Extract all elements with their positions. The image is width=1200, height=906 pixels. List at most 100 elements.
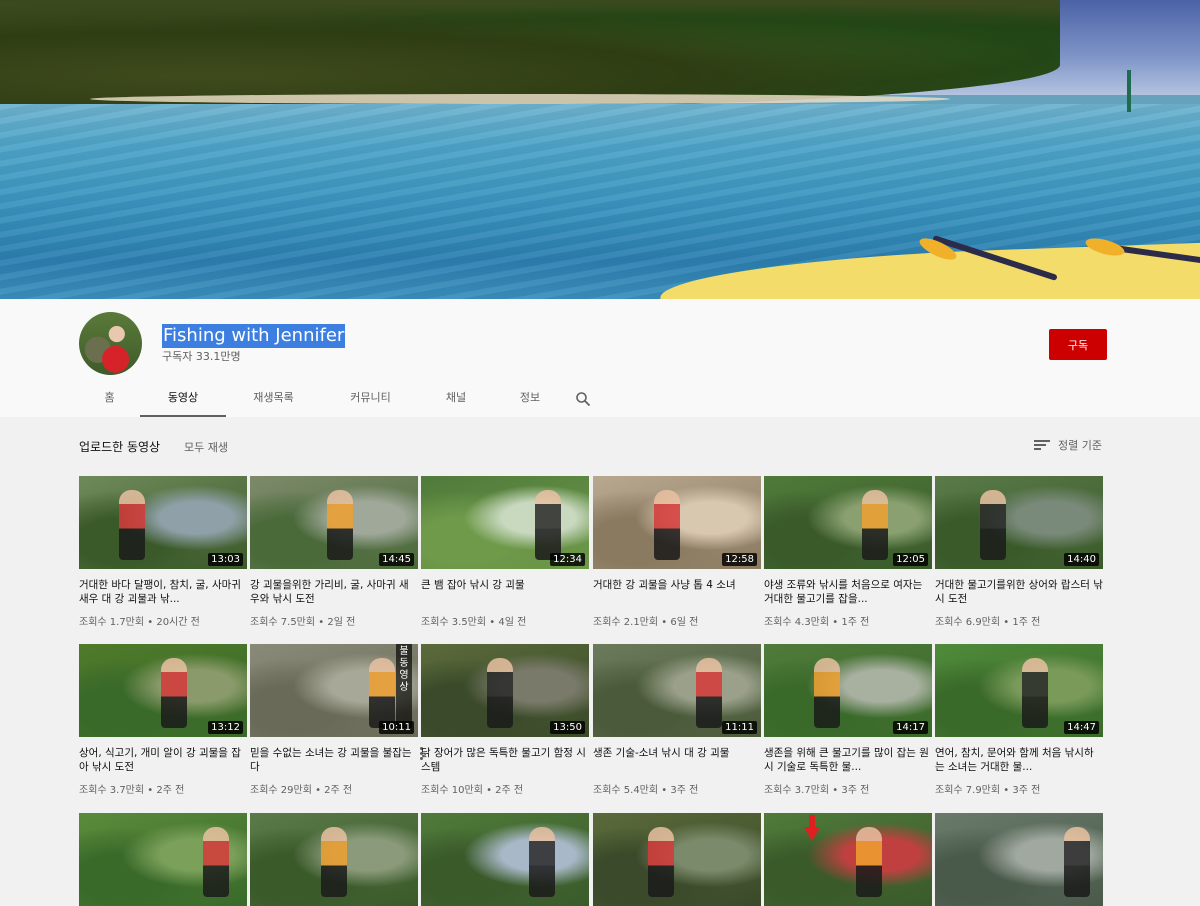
video-title[interactable]: 생존 기술-소녀 낚시 대 강 괴물 (593, 746, 761, 774)
video-card[interactable]: 13:12 상어, 식고기, 개미 알이 강 괴물을 잡아 낚시 도전조회수 3.… (79, 644, 247, 796)
video-title[interactable]: 거대한 물고기를위한 상어와 랍스터 낚시 도전 (935, 578, 1103, 606)
play-all-button[interactable]: 모두 재생 (184, 439, 228, 455)
video-meta: 조회수 1.7만회 • 20시간 전 (79, 617, 200, 628)
video-thumbnail[interactable]: 13:50 (421, 644, 589, 737)
thumbnail-figure (535, 490, 561, 560)
video-title[interactable]: 연어, 참치, 문어와 함께 처음 낚시하는 소녀는 거대한 물... (935, 746, 1103, 774)
tab-community[interactable]: 커뮤니티 (321, 381, 420, 417)
video-thumbnail[interactable]: 11:11 (593, 644, 761, 737)
video-card[interactable]: 12:58 거대한 강 괴물을 사냥 톱 4 소녀조회수 2.1만회 • 6일 전 (593, 476, 761, 628)
video-meta: 조회수 6.9만회 • 1주 전 (935, 617, 1041, 628)
red-arrow-icon (804, 827, 820, 841)
video-card[interactable]: 12:05 야생 조류와 낚시를 처음으로 여자는 거대한 물고기를 잡을... 조… (764, 476, 932, 628)
subscribe-button[interactable]: 구독 (1049, 329, 1107, 360)
thumbnail-overlay-text: 불동영상 (396, 644, 412, 728)
tab-playlists[interactable]: 재생목록 (226, 381, 321, 417)
thumbnail-figure (1022, 658, 1048, 728)
thumbnail-figure (862, 490, 888, 560)
video-meta: 조회수 2.1만회 • 6일 전 (593, 617, 699, 628)
video-card[interactable]: 14:17 생존을 위해 큰 물고기를 많이 잡는 원시 기술로 독특한 물...… (764, 644, 932, 796)
video-duration: 13:12 (208, 721, 243, 734)
video-thumbnail[interactable] (764, 813, 932, 906)
video-duration: 12:05 (893, 553, 928, 566)
sort-label: 정렬 기준 (1058, 439, 1102, 452)
video-duration: 12:34 (550, 553, 585, 566)
video-thumbnail[interactable]: 14:47 (935, 644, 1103, 737)
video-thumbnail[interactable] (79, 813, 247, 906)
video-meta: 조회수 29만회 • 2주 전 (250, 785, 353, 796)
video-title[interactable]: 거대한 강 괴물을 사냥 톱 4 소녀 (593, 578, 761, 606)
video-card[interactable]: 불동영상 10:11 믿을 수없는 소녀는 강 괴물을 불잡는다조회수 29만회 •… (250, 644, 423, 796)
video-meta: 조회수 3.5만회 • 4일 전 (421, 617, 527, 628)
video-duration: 14:17 (893, 721, 928, 734)
channel-avatar[interactable] (79, 312, 142, 375)
thumbnail-figure (648, 827, 674, 897)
thumbnail-figure (119, 490, 145, 560)
video-card[interactable]: 13:50 닭 장어가 많은 독특한 물고기 함정 시스템조회수 10만회 • 2… (421, 644, 589, 796)
video-thumbnail[interactable]: 12:05 (764, 476, 932, 569)
video-card[interactable] (421, 813, 589, 906)
video-thumbnail[interactable]: 12:58 (593, 476, 761, 569)
video-card[interactable]: 14:40 거대한 물고기를위한 상어와 랍스터 낚시 도전조회수 6.9만회 •… (935, 476, 1103, 628)
video-meta: 조회수 10만회 • 2주 전 (421, 785, 524, 796)
video-meta: 조회수 3.7만회 • 3주 전 (764, 785, 870, 796)
video-thumbnail[interactable]: 14:45 (250, 476, 418, 569)
thumbnail-figure (321, 827, 347, 897)
thumbnail-figure (980, 490, 1006, 560)
video-meta: 조회수 3.7만회 • 2주 전 (79, 785, 185, 796)
video-card[interactable]: 14:45 강 괴물을위한 가리비, 굴, 사마귀 새우와 낚시 도전 조회수 7.… (250, 476, 418, 628)
tab-videos[interactable]: 동영상 (140, 381, 226, 417)
video-card[interactable]: 11:11 생존 기술-소녀 낚시 대 강 괴물 조회수 5.4만회 • 3주 전 (593, 644, 761, 796)
channel-name: Fishing with Jennifer (162, 324, 346, 348)
video-title[interactable]: 큰 뱀 잡아 낚시 강 괴물 (421, 578, 589, 606)
thumbnail-figure (161, 658, 187, 728)
subscriber-count: 구독자 33.1만명 (162, 350, 241, 363)
channel-banner (0, 0, 1200, 299)
video-thumbnail[interactable]: 14:40 (935, 476, 1103, 569)
video-card[interactable] (250, 813, 418, 906)
channel-search-button[interactable] (568, 381, 598, 417)
video-title[interactable]: 생존을 위해 큰 물고기를 많이 잡는 원시 기술로 독특한 물... (764, 746, 932, 774)
video-title[interactable]: 믿을 수없는 소녀는 강 괴물을 불잡는다 (250, 746, 418, 774)
video-thumbnail[interactable]: 13:12 (79, 644, 247, 737)
video-duration: 13:50 (550, 721, 585, 734)
video-title[interactable]: 거대한 바다 달팽이, 참치, 굴, 사마귀 새우 대 강 괴물과 낚... (79, 578, 247, 606)
video-thumbnail[interactable]: 12:34 (421, 476, 589, 569)
video-duration: 11:11 (722, 721, 757, 734)
tab-about[interactable]: 정보 (492, 381, 568, 417)
video-card[interactable]: 13:03 거대한 바다 달팽이, 참치, 굴, 사마귀 새우 대 강 괴물과 낚… (79, 476, 247, 628)
video-duration: 14:45 (379, 553, 414, 566)
video-title[interactable]: 닭 장어가 많은 독특한 물고기 함정 시스템 (421, 746, 589, 774)
sort-button[interactable]: 정렬 기준 (1034, 437, 1102, 453)
thumbnail-figure (369, 658, 395, 728)
video-card[interactable] (764, 813, 932, 906)
video-meta: 조회수 4.3만회 • 1주 전 (764, 617, 870, 628)
video-thumbnail[interactable] (250, 813, 418, 906)
banner-island (0, 0, 1060, 108)
video-thumbnail[interactable]: 13:03 (79, 476, 247, 569)
tab-home[interactable]: 홈 (79, 381, 140, 417)
thumbnail-figure (203, 827, 229, 897)
video-thumbnail[interactable]: 불동영상 10:11 (250, 644, 418, 737)
video-thumbnail[interactable] (935, 813, 1103, 906)
video-card[interactable] (593, 813, 761, 906)
video-thumbnail[interactable]: 14:17 (764, 644, 932, 737)
video-card[interactable]: 12:34 큰 뱀 잡아 낚시 강 괴물조회수 3.5만회 • 4일 전 (421, 476, 589, 628)
video-duration: 14:40 (1064, 553, 1099, 566)
video-title[interactable]: 강 괴물을위한 가리비, 굴, 사마귀 새우와 낚시 도전 (250, 578, 418, 606)
video-title[interactable]: 상어, 식고기, 개미 알이 강 괴물을 잡아 낚시 도전 (79, 746, 247, 774)
video-card[interactable]: 14:47 연어, 참치, 문어와 함께 처음 낚시하는 소녀는 거대한 물...… (935, 644, 1103, 796)
thumbnail-figure (487, 658, 513, 728)
tab-channels[interactable]: 채널 (420, 381, 492, 417)
thumbnail-figure (814, 658, 840, 728)
video-card[interactable] (935, 813, 1103, 906)
video-duration: 13:03 (208, 553, 243, 566)
video-card[interactable] (79, 813, 247, 906)
video-duration: 10:11 (379, 721, 414, 734)
section-title: 업로드한 동영상 (79, 440, 161, 454)
video-title[interactable]: 야생 조류와 낚시를 처음으로 여자는 거대한 물고기를 잡을... (764, 578, 932, 606)
thumbnail-figure (327, 490, 353, 560)
video-thumbnail[interactable] (593, 813, 761, 906)
thumbnail-figure (1064, 827, 1090, 897)
video-thumbnail[interactable] (421, 813, 589, 906)
